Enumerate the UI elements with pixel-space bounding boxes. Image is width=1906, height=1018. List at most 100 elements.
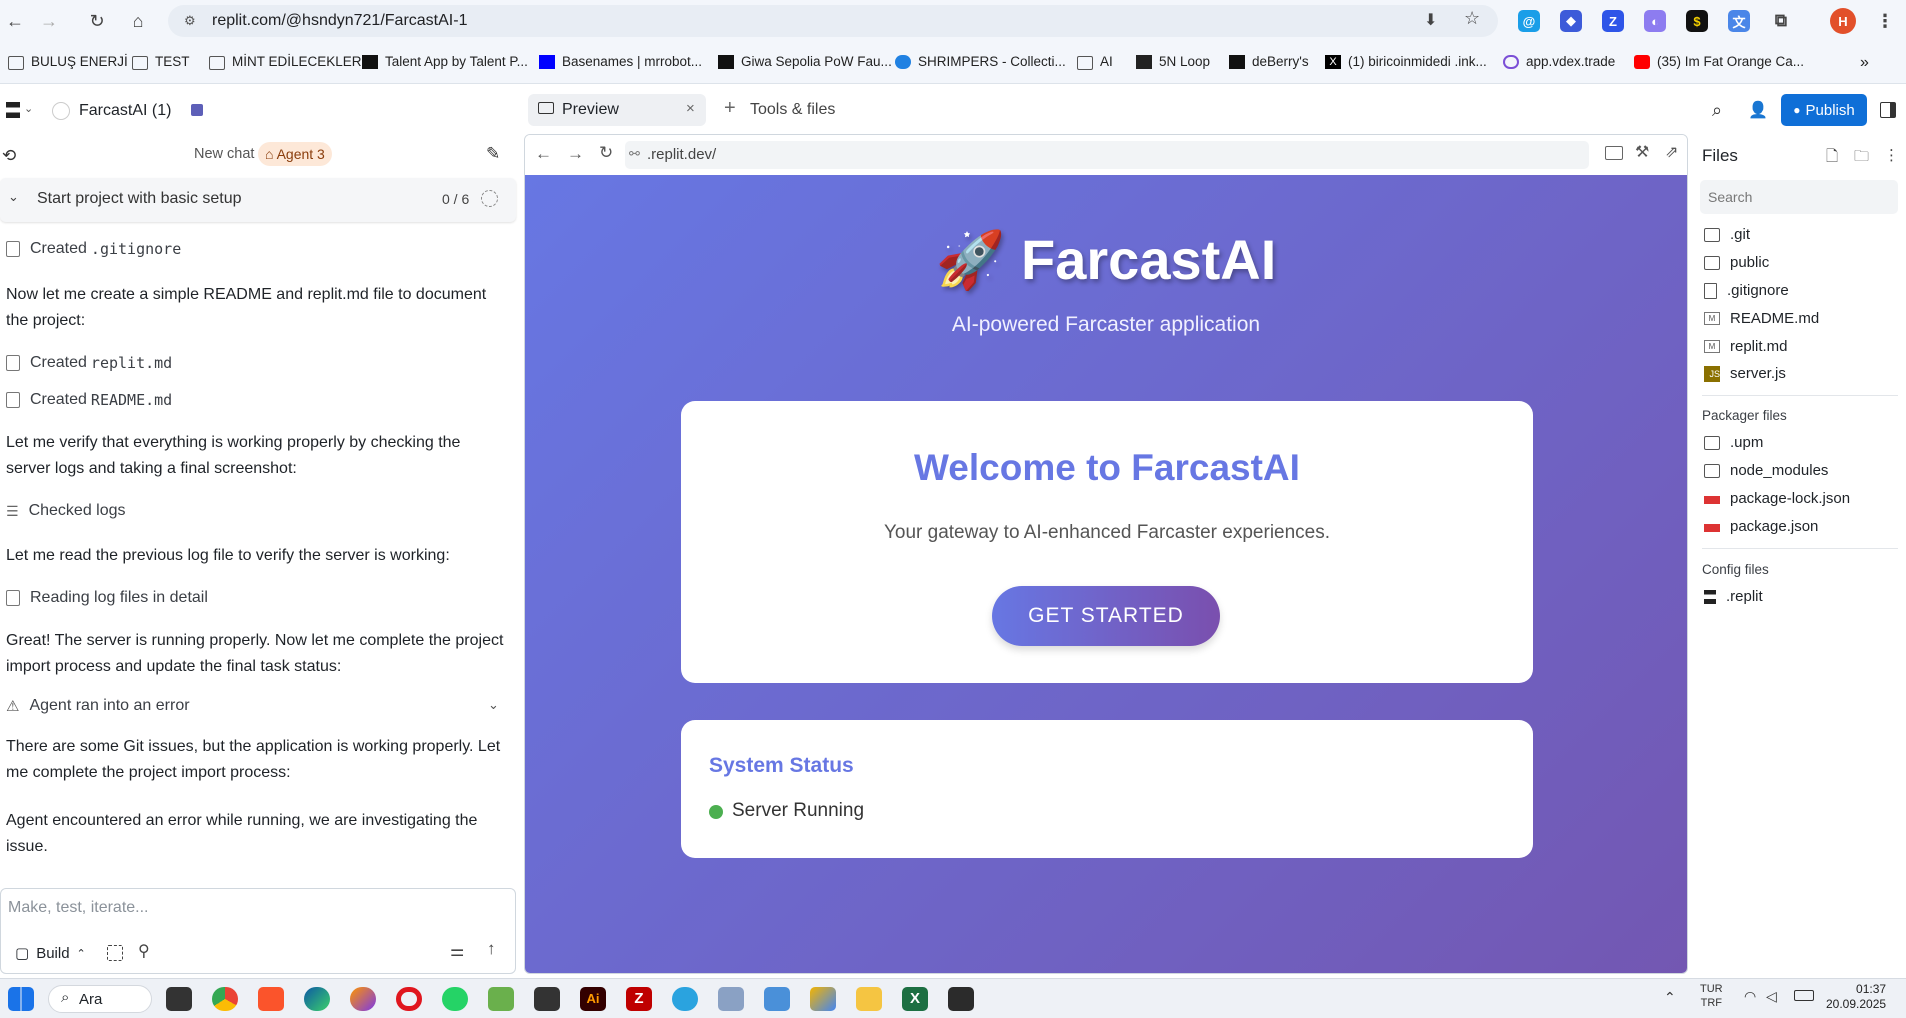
file-item[interactable]: public (1704, 254, 1769, 271)
file-item[interactable]: JS server.js (1704, 365, 1786, 382)
bookmark-star-icon[interactable]: ☆ (1464, 8, 1480, 29)
task-view-icon[interactable] (166, 987, 192, 1011)
extensions-puzzle-icon[interactable]: ⧉ (1770, 10, 1792, 32)
task-header[interactable]: ⌄ Start project with basic setup 0 / 6 (0, 178, 516, 222)
bookmark-item[interactable]: TEST (132, 54, 190, 70)
bookmark-item[interactable]: deBerry's (1229, 54, 1309, 69)
error-item[interactable]: ⚠ Agent ran into an error ⌄ (6, 697, 508, 715)
new-chat-icon[interactable]: ✎ (486, 144, 500, 164)
close-icon[interactable]: × (686, 100, 695, 117)
tool-call-item[interactable]: Created README.md (6, 391, 172, 409)
extension-icon[interactable]: ◆ (1560, 10, 1582, 32)
agent-badge[interactable]: ⌂ Agent 3 (258, 142, 332, 166)
extension-icon[interactable]: $ (1686, 10, 1708, 32)
file-item[interactable]: .replit (1704, 588, 1763, 605)
app-icon[interactable] (488, 987, 514, 1011)
extension-icon[interactable]: Z (1602, 10, 1624, 32)
file-item[interactable]: Mreplit.md (1704, 338, 1788, 355)
app-icon[interactable] (534, 987, 560, 1011)
firefox-icon[interactable] (350, 987, 376, 1011)
reload-icon[interactable]: ↻ (599, 143, 613, 163)
menu-icon[interactable]: ⋮ (1874, 10, 1896, 32)
chevron-down-icon[interactable]: ⌄ (8, 189, 19, 205)
tool-call-item[interactable]: Created replit.md (6, 354, 172, 372)
extension-icon[interactable]: ◐ (1644, 10, 1666, 32)
volume-icon[interactable]: ◁ (1766, 988, 1777, 1005)
whatsapp-icon[interactable] (442, 987, 468, 1011)
more-bookmarks-icon[interactable]: » (1860, 54, 1869, 72)
chat-input[interactable]: Make, test, iterate... (8, 899, 149, 917)
app-icon[interactable] (810, 987, 836, 1011)
settings-sliders-icon[interactable]: ⚌ (450, 941, 464, 961)
site-info-icon[interactable]: ⚙ (184, 13, 196, 29)
chevron-down-icon[interactable]: ⌄ (24, 102, 33, 115)
clock[interactable]: 01:37 20.09.2025 (1826, 982, 1886, 1012)
tool-call-item[interactable]: ☰ Checked logs (6, 502, 126, 520)
bookmark-item[interactable]: Giwa Sepolia PoW Fau... (718, 54, 892, 69)
back-icon[interactable]: ← (535, 144, 552, 164)
brave-icon[interactable] (258, 987, 284, 1011)
translate-icon[interactable]: 文 (1728, 10, 1750, 32)
notepad-icon[interactable] (764, 987, 790, 1011)
chevron-down-icon[interactable]: ⌄ (488, 697, 499, 713)
windows-start-icon[interactable] (8, 987, 34, 1011)
file-item[interactable]: package.json (1704, 518, 1818, 535)
attach-icon[interactable]: ⚲ (138, 941, 150, 961)
preview-url-bar[interactable]: ⚯ .replit.dev/ (625, 141, 1589, 169)
chrome-icon[interactable] (212, 987, 238, 1011)
screenshot-icon[interactable] (107, 945, 123, 961)
profile-avatar[interactable]: H (1830, 8, 1856, 34)
file-item[interactable]: M README.md (1704, 310, 1819, 327)
telegram-icon[interactable] (672, 987, 698, 1011)
edge-icon[interactable] (304, 987, 330, 1011)
tab-preview[interactable]: Preview × (528, 94, 706, 126)
taskbar-search[interactable]: ⌕ Ara (48, 985, 152, 1013)
bookmark-item[interactable]: X (1) biricoinmidedi .ink... (1325, 54, 1487, 69)
bookmark-item[interactable]: MİNT EDİLECEKLER (209, 54, 362, 70)
opera-icon[interactable] (396, 987, 422, 1011)
battery-icon[interactable] (1794, 990, 1814, 1001)
address-bar[interactable]: ⚙ replit.com/@hsndyn721/FarcastAI-1 ⬇ ☆ (168, 5, 1498, 37)
excel-icon[interactable]: X (902, 987, 928, 1011)
home-icon[interactable]: ⌂ (125, 8, 151, 34)
bookmark-item[interactable]: SHRIMPERS - Collecti... (895, 54, 1066, 69)
forward-icon[interactable]: → (36, 8, 62, 34)
invite-user-icon[interactable]: 👤 (1748, 100, 1768, 120)
file-item[interactable]: .git (1704, 226, 1750, 243)
chevron-up-icon[interactable]: ⌃ (1664, 989, 1676, 1006)
publish-button[interactable]: ● Publish (1781, 94, 1867, 126)
get-started-button[interactable]: GET STARTED (992, 586, 1220, 646)
toggle-sidebar-icon[interactable] (1880, 102, 1896, 118)
devtools-icon[interactable]: ⚒ (1635, 142, 1649, 162)
wifi-icon[interactable]: ◠ (1744, 988, 1756, 1005)
new-folder-icon[interactable]: 🗀 (1854, 146, 1869, 171)
file-item[interactable]: package-lock.json (1704, 490, 1850, 507)
new-chat-button[interactable]: New chat (194, 146, 254, 162)
forward-icon[interactable]: → (567, 144, 584, 164)
more-icon[interactable]: ⋮ (1884, 146, 1899, 164)
history-icon[interactable]: ⟲ (2, 146, 16, 166)
file-item[interactable]: .upm (1704, 434, 1763, 451)
open-external-icon[interactable]: ⇗ (1665, 142, 1678, 162)
back-icon[interactable]: ← (2, 8, 28, 34)
bookmark-item[interactable]: Basenames | mrrobot... (539, 54, 702, 69)
search-icon[interactable]: ⌕ (1712, 100, 1722, 121)
files-search-input[interactable]: Search (1700, 180, 1898, 214)
illustrator-icon[interactable]: Ai (580, 987, 606, 1011)
project-name[interactable]: FarcastAI (1) (79, 102, 171, 120)
file-item[interactable]: .gitignore (1704, 282, 1789, 299)
tool-call-item[interactable]: Created .gitignore (6, 240, 181, 258)
tool-call-item[interactable]: Reading log files in detail (6, 589, 208, 607)
devices-icon[interactable] (1605, 146, 1623, 160)
replit-logo-icon[interactable] (6, 102, 20, 118)
bookmark-item[interactable]: app.vdex.trade (1503, 54, 1615, 69)
language-indicator[interactable]: TUR TRF (1700, 982, 1723, 1010)
build-mode-button[interactable]: ▢ Build ⌃ (7, 941, 94, 967)
bookmark-item[interactable]: Talent App by Talent P... (362, 54, 528, 69)
install-icon[interactable]: ⬇ (1424, 10, 1437, 30)
bookmark-item[interactable]: BULUŞ ENERJİ (8, 54, 128, 70)
extension-icon[interactable]: @ (1518, 10, 1540, 32)
send-icon[interactable]: ↑ (487, 939, 496, 959)
bookmark-item[interactable]: AI (1077, 54, 1113, 70)
bookmark-item[interactable]: (35) Im Fat Orange Ca... (1634, 54, 1804, 69)
